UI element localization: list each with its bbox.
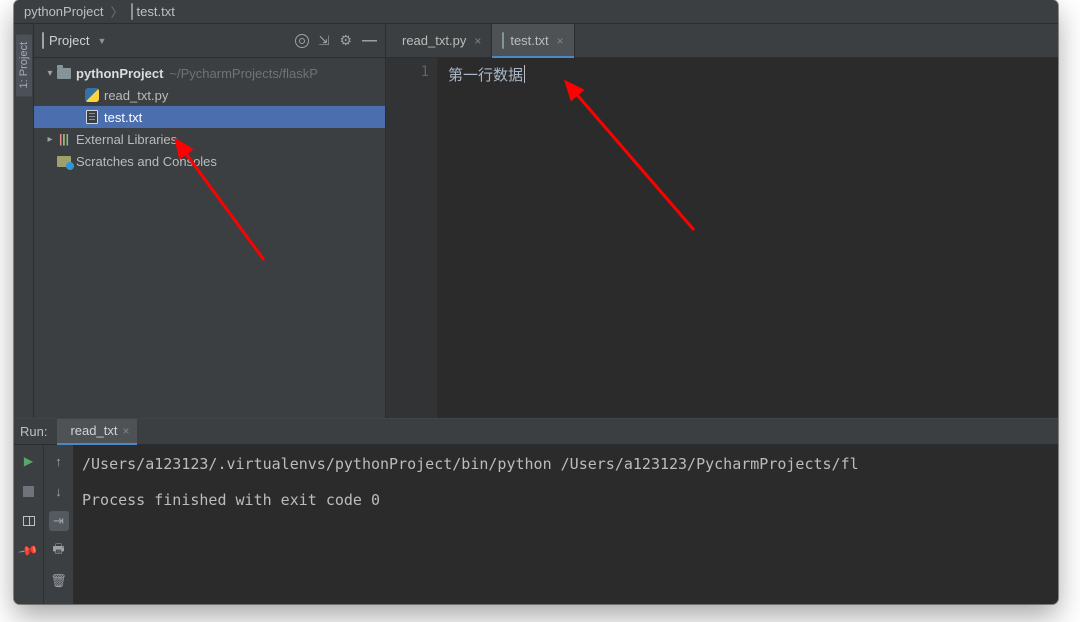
project-sidebar: Project ▼ ⇲ ⚙ — ▾ pythonProject ~/Pychar… [34, 24, 386, 418]
project-tree: ▾ pythonProject ~/PycharmProjects/flaskP… [34, 58, 385, 418]
collapse-all-icon[interactable]: ⇲ [319, 33, 330, 49]
editor-content[interactable]: 第一行数据 [438, 58, 1058, 418]
editor-tabs: read_txt.py × test.txt × [386, 24, 1058, 58]
breadcrumb-separator: 〉 [111, 2, 124, 21]
sidebar-title[interactable]: Project ▼ [42, 33, 295, 48]
editor[interactable]: 1 第一行数据 [386, 58, 1058, 418]
scroll-down-button[interactable]: ↓ [49, 481, 69, 501]
run-panel-body: ▶ 📌 ↑ ↓ ⇥ 🖶 🗑 /Users/a123123/.virtualenv… [14, 445, 1058, 604]
chevron-right-icon[interactable]: ▸ [44, 134, 56, 145]
run-label: Run: [20, 424, 47, 439]
file-icon [502, 33, 504, 48]
file-icon [131, 4, 133, 19]
main-area: 1: Project Project ▼ ⇲ ⚙ — ▾ [14, 24, 1058, 418]
run-toolbar-secondary: ↑ ↓ ⇥ 🖶 🗑 [44, 445, 74, 604]
hide-panel-icon[interactable]: — [362, 32, 377, 49]
editor-region: read_txt.py × test.txt × 1 第一行数据 [386, 24, 1058, 418]
gear-icon[interactable]: ⚙ [339, 32, 352, 49]
tree-root[interactable]: ▾ pythonProject ~/PycharmProjects/flaskP [34, 62, 385, 84]
run-tab[interactable]: read_txt × [57, 419, 137, 445]
run-toolbar-primary: ▶ 📌 [14, 445, 44, 604]
soft-wrap-button[interactable]: ⇥ [49, 511, 69, 531]
layout-button[interactable] [19, 511, 39, 531]
project-path-hint: ~/PycharmProjects/flaskP [169, 66, 317, 81]
python-file-icon [84, 88, 100, 102]
folder-icon [42, 33, 44, 48]
run-panel: Run: read_txt × ▶ 📌 ↑ ↓ ⇥ 🖶 🗑 /Users/a12 [14, 418, 1058, 604]
sidebar-header: Project ▼ ⇲ ⚙ — [34, 24, 385, 58]
pin-button[interactable]: 📌 [19, 541, 39, 561]
editor-tab-read-txt-py[interactable]: read_txt.py × [386, 24, 492, 57]
libraries-icon: ||| [56, 132, 72, 146]
console-output[interactable]: /Users/a123123/.virtualenvs/pythonProjec… [74, 445, 1058, 604]
chevron-down-icon[interactable]: ▾ [44, 68, 56, 79]
folder-icon [56, 68, 72, 79]
stop-button[interactable] [19, 481, 39, 501]
left-tool-rail: 1: Project [14, 24, 34, 418]
project-tool-tab[interactable]: 1: Project [16, 34, 32, 96]
rerun-button[interactable]: ▶ [19, 451, 39, 471]
ide-window: pythonProject 〉 test.txt 1: Project Proj… [14, 0, 1058, 604]
sidebar-actions: ⇲ ⚙ — [295, 32, 377, 49]
tree-external-libraries[interactable]: ▸ ||| External Libraries [34, 128, 385, 150]
chevron-down-icon: ▼ [97, 36, 106, 46]
tree-file-test-txt[interactable]: · test.txt [34, 106, 385, 128]
scratches-icon [56, 156, 72, 167]
tree-scratches[interactable]: · Scratches and Consoles [34, 150, 385, 172]
text-caret [524, 65, 525, 83]
breadcrumb: pythonProject 〉 test.txt [14, 0, 1058, 24]
print-button[interactable]: 🖶 [49, 541, 69, 561]
close-icon[interactable]: × [557, 34, 564, 48]
editor-tab-test-txt[interactable]: test.txt × [492, 24, 574, 57]
line-number-gutter: 1 [386, 58, 438, 418]
breadcrumb-project[interactable]: pythonProject [22, 4, 106, 19]
close-icon[interactable]: × [122, 424, 129, 438]
clear-button[interactable]: 🗑 [49, 571, 69, 591]
close-icon[interactable]: × [474, 34, 481, 48]
file-icon [84, 110, 100, 124]
run-panel-header: Run: read_txt × [14, 419, 1058, 445]
breadcrumb-file[interactable]: test.txt [129, 4, 177, 19]
tree-file-read-txt-py[interactable]: · read_txt.py [34, 84, 385, 106]
locate-icon[interactable] [295, 34, 309, 48]
scroll-up-button[interactable]: ↑ [49, 451, 69, 471]
